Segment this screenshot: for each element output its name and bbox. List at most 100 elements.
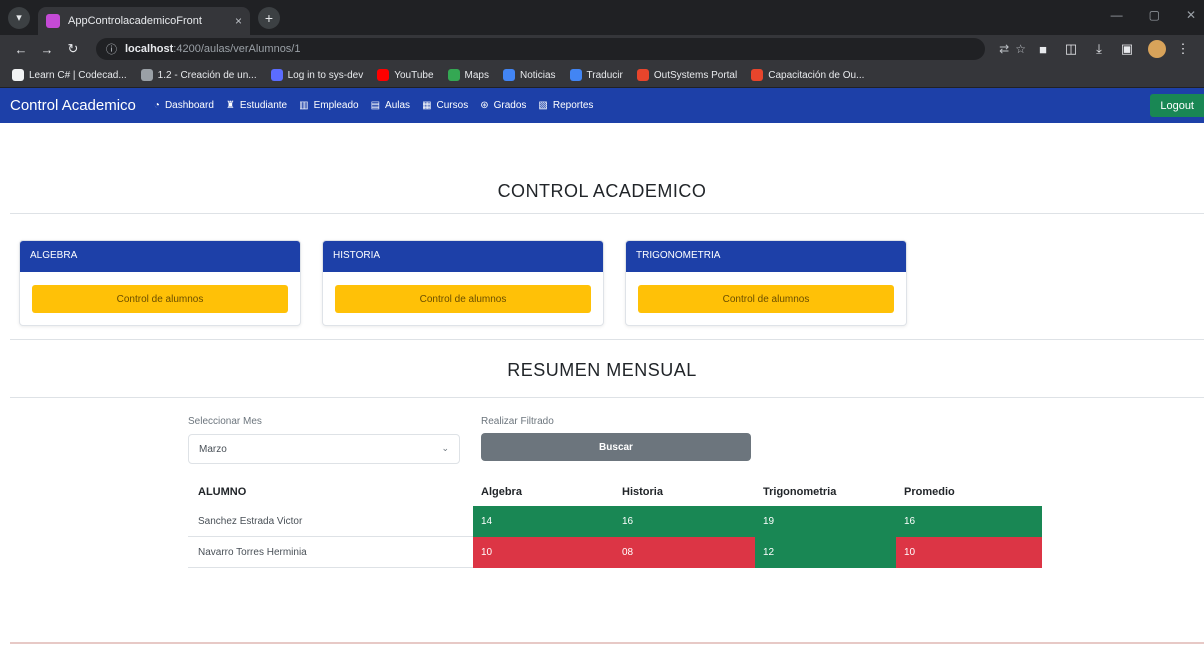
bookmark-item[interactable]: OutSystems Portal: [636, 69, 738, 81]
divider: [10, 213, 1204, 214]
window-controls: — ▢ ✕: [1111, 8, 1196, 22]
table-header-trigonometria: Trigonometria: [763, 486, 837, 498]
logout-button[interactable]: Logout: [1150, 94, 1204, 117]
bookmark-favicon-icon: [636, 69, 649, 81]
table-header-promedio: Promedio: [904, 486, 955, 498]
nav-item-estudiante[interactable]: ♜ Estudiante: [226, 100, 287, 111]
bookmark-favicon-icon: [140, 69, 153, 81]
course-card-title: HISTORIA: [323, 241, 603, 272]
back-icon[interactable]: ←: [10, 42, 32, 57]
tab-favicon-icon: [46, 14, 60, 28]
nav-item-grados[interactable]: ⊛ Grados: [480, 100, 526, 111]
control-alumnos-button[interactable]: Control de alumnos: [32, 285, 288, 313]
bookmark-label: YouTube: [394, 69, 434, 81]
student-icon: ♜: [225, 100, 235, 111]
url-input[interactable]: ⓘ localhost :4200/aulas/verAlumnos/1: [96, 38, 986, 60]
bookmark-item[interactable]: Log in to sys-dev: [270, 69, 363, 81]
search-button[interactable]: Buscar: [481, 433, 751, 461]
month-select-value: Marzo: [199, 443, 227, 455]
footer-divider: [10, 642, 1204, 644]
bookmarks-bar: Learn C# | Codecad... 1.2 - Creación de u…: [0, 63, 1204, 88]
control-alumnos-button[interactable]: Control de alumnos: [335, 285, 591, 313]
bookmark-item[interactable]: Noticias: [502, 69, 556, 81]
grades-icon: ⊛: [480, 100, 489, 111]
course-card-historia: HISTORIA Control de alumnos: [322, 240, 604, 326]
new-tab-button[interactable]: +: [258, 6, 280, 29]
course-card-title: TRIGONOMETRIA: [626, 241, 906, 272]
summary-title: RESUMEN MENSUAL: [507, 360, 697, 380]
divider: [10, 339, 1204, 340]
nav-item-aulas[interactable]: ▤ Aulas: [371, 100, 410, 111]
bookmark-item[interactable]: Capacitación de Ou...: [751, 69, 864, 81]
browser-tab[interactable]: AppControlacademicoFront ×: [38, 7, 250, 35]
page-title: CONTROL ACADEMICO: [497, 181, 707, 201]
grade-cell: 08: [614, 537, 755, 568]
tab-title: AppControlacademicoFront: [68, 15, 202, 27]
dashboard-icon: ◔: [153, 100, 160, 111]
side-panel-icon[interactable]: ▣: [1116, 41, 1138, 57]
bookmark-favicon-icon: [502, 69, 515, 81]
bookmark-label: Learn C# | Codecad...: [29, 69, 127, 81]
course-card-algebra: ALGEBRA Control de alumnos: [19, 240, 301, 326]
close-window-icon[interactable]: ✕: [1186, 8, 1196, 22]
bookmark-item[interactable]: Maps: [447, 69, 489, 81]
nav-item-label: Dashboard: [164, 100, 214, 111]
nav-item-label: Cursos: [436, 100, 469, 111]
bookmark-label: Capacitación de Ou...: [768, 69, 865, 81]
bookmark-item[interactable]: 1.2 - Creación de un...: [140, 69, 257, 81]
bookmark-item[interactable]: Traducir: [569, 69, 623, 81]
nav-item-label: Reportes: [552, 100, 594, 111]
nav-item-empleado[interactable]: ▥ Empleado: [299, 100, 358, 111]
translate-icon[interactable]: ⇄: [999, 42, 1009, 56]
grade-cell: 10: [473, 537, 614, 568]
bookmark-star-icon[interactable]: ☆: [1015, 42, 1026, 56]
maximize-icon[interactable]: ▢: [1149, 8, 1160, 22]
nav-item-dashboard[interactable]: ◔ Dashboard: [154, 100, 214, 111]
employee-icon: ▥: [299, 100, 309, 111]
profile-avatar[interactable]: [1148, 40, 1166, 58]
browser-menu-icon[interactable]: ⋮: [1172, 41, 1194, 57]
course-card-trigonometria: TRIGONOMETRIA Control de alumnos: [625, 240, 907, 326]
navbar-brand[interactable]: Control Academico: [10, 97, 136, 114]
grade-cell: 19: [755, 506, 896, 537]
reports-icon: ▧: [538, 100, 548, 111]
bookmark-label: Traducir: [586, 69, 623, 81]
minimize-icon[interactable]: —: [1111, 8, 1123, 22]
tab-search-icon[interactable]: ▾: [8, 6, 30, 29]
tab-close-icon[interactable]: ×: [235, 14, 242, 28]
site-info-icon[interactable]: ⓘ: [106, 41, 117, 57]
nav-item-reportes[interactable]: ▧ Reportes: [538, 100, 593, 111]
browser-tab-strip: ▾ AppControlacademicoFront × + — ▢ ✕: [0, 0, 1204, 35]
bookmark-favicon-icon: [447, 69, 460, 81]
grade-cell: 16: [614, 506, 755, 537]
bookmark-label: Noticias: [519, 69, 556, 81]
control-alumnos-button[interactable]: Control de alumnos: [638, 285, 894, 313]
chevron-down-icon: ⌄: [441, 443, 449, 453]
download-icon[interactable]: ⤓: [1088, 41, 1110, 57]
forward-icon[interactable]: →: [36, 42, 58, 57]
bookmark-favicon-icon: [377, 69, 390, 81]
month-select[interactable]: Marzo ⌄: [188, 434, 460, 464]
bookmark-item[interactable]: YouTube: [377, 69, 434, 81]
grade-cell: 16: [896, 506, 1042, 537]
bookmark-label: Maps: [464, 69, 489, 81]
bookmark-label: OutSystems Portal: [653, 69, 738, 81]
bookmark-favicon-icon: [569, 69, 582, 81]
courses-icon: ▦: [422, 100, 432, 111]
nav-item-label: Aulas: [385, 100, 411, 111]
app-navbar: Control Academico ◔ Dashboard ♜ Estudiante ▥…: [0, 88, 1204, 123]
filter-label: Realizar Filtrado: [481, 416, 554, 427]
grade-cell: 12: [755, 537, 896, 568]
student-name: Sanchez Estrada Victor: [198, 516, 303, 527]
divider: [10, 397, 1204, 398]
url-path: :4200/aulas/verAlumnos/1: [173, 43, 301, 55]
reload-icon[interactable]: ↻: [62, 41, 84, 57]
extensions-puzzle-icon[interactable]: ◫: [1060, 41, 1082, 57]
bookmark-item[interactable]: Learn C# | Codecad...: [12, 69, 127, 81]
extension-icon[interactable]: ■: [1032, 42, 1054, 57]
student-name: Navarro Torres Herminia: [198, 547, 307, 558]
table-row: Navarro Torres Herminia 10 08 12 10: [188, 537, 1042, 568]
course-card-title: ALGEBRA: [20, 241, 300, 272]
nav-item-cursos[interactable]: ▦ Cursos: [422, 100, 468, 111]
bookmark-favicon-icon: [751, 69, 764, 81]
